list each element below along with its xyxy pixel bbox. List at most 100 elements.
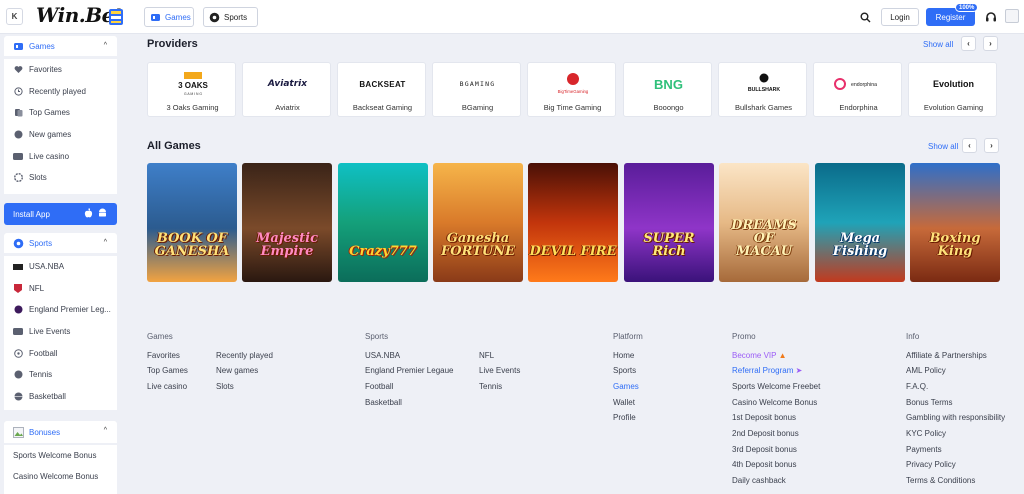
game-card-crazy-777[interactable]: Crazy777 <box>338 163 428 282</box>
footer-link[interactable]: 1st Deposit bonus <box>732 413 796 422</box>
footer-link[interactable]: Recently played <box>216 351 273 360</box>
footer-link[interactable]: Profile <box>613 413 636 422</box>
game-card-mega-fishing[interactable]: Mega Fishing <box>815 163 905 282</box>
collapse-sidebar-button[interactable]: K <box>6 8 23 25</box>
profile-avatar[interactable] <box>1005 9 1019 23</box>
sidebar-bonuses-header[interactable]: Bonuses ^ <box>4 421 117 443</box>
footer-link[interactable]: Bonus Terms <box>906 398 953 407</box>
footer-link[interactable]: England Premier Legaue <box>365 366 454 375</box>
provider-card-backseat[interactable]: BACKSEAT Backseat Gaming <box>337 62 426 117</box>
sidebar-item-favorites[interactable]: Favorites <box>4 59 117 81</box>
footer-link[interactable]: Sports <box>613 366 636 375</box>
tennis-ball-icon <box>13 370 23 380</box>
provider-card-3-oaks[interactable]: 3 OAKS G A M I N G 3 Oaks Gaming <box>147 62 236 117</box>
sidebar-item-slots[interactable]: Slots <box>4 167 117 189</box>
footer-link[interactable]: Live Events <box>479 366 520 375</box>
sidebar-item-england-premier[interactable]: England Premier Leg... <box>4 299 117 321</box>
chevron-up-icon: ^ <box>103 42 107 49</box>
provider-card-big-time-gaming[interactable]: BigTimeGaming Big Time Gaming <box>527 62 616 117</box>
footer-link[interactable]: Football <box>365 382 393 391</box>
footer-link[interactable]: Affiliate & Partnerships <box>906 351 987 360</box>
chevron-up-icon: ^ <box>103 427 107 434</box>
game-card-dreams-of-macau[interactable]: DREAMS OF MACAU <box>719 163 809 282</box>
footer-link[interactable]: Live casino <box>147 382 187 391</box>
game-card-devil-fire[interactable]: DEVIL FIRE <box>528 163 618 282</box>
all-games-show-all-link[interactable]: Show all <box>928 142 958 151</box>
soccer-ball-icon <box>13 238 24 249</box>
provider-name: 3 Oaks Gaming <box>166 103 219 112</box>
basketball-icon <box>13 391 23 401</box>
tab-games[interactable]: Games <box>144 7 194 27</box>
sidebar-item-sports-welcome-bonus[interactable]: Sports Welcome Bonus <box>4 445 117 466</box>
footer-link[interactable]: 4th Deposit bonus <box>732 460 797 469</box>
provider-logo: Aviatrix <box>267 79 308 89</box>
login-button[interactable]: Login <box>881 8 919 26</box>
footer-link-become-vip[interactable]: Become VIP ▲ <box>732 351 786 360</box>
provider-card-evolution[interactable]: Evolution Evolution Gaming <box>908 62 997 117</box>
sidebar-item-football[interactable]: Football <box>4 342 117 364</box>
footer-link[interactable]: Tennis <box>479 382 502 391</box>
provider-card-endorphina[interactable]: endorphina Endorphina <box>813 62 902 117</box>
install-app-button[interactable]: Install App <box>4 203 117 225</box>
provider-card-bullshark[interactable]: BULLSHARK Bullshark Games <box>718 62 807 117</box>
providers-show-all-link[interactable]: Show all <box>923 40 953 49</box>
sidebar-item-top-games[interactable]: Top Games <box>4 102 117 124</box>
provider-card-aviatrix[interactable]: Aviatrix Aviatrix <box>242 62 331 117</box>
game-card-book-of-ganesha[interactable]: BOOK OF GANESHA <box>147 163 237 282</box>
footer-link[interactable]: 3rd Deposit bonus <box>732 445 797 454</box>
footer-link-referral[interactable]: Referral Program ➤ <box>732 366 802 375</box>
footer-link[interactable]: Slots <box>216 382 234 391</box>
provider-card-booongo[interactable]: BNG Booongo <box>623 62 712 117</box>
footer-link[interactable]: Payments <box>906 445 942 454</box>
sidebar-item-basketball[interactable]: Basketball <box>4 386 117 408</box>
games-next-button[interactable]: › <box>984 138 999 153</box>
footer-link[interactable]: AML Policy <box>906 366 946 375</box>
game-card-super-rich[interactable]: SUPER Rich <box>624 163 714 282</box>
footer-link[interactable]: USA.NBA <box>365 351 400 360</box>
sidebar-games-header[interactable]: Games ^ <box>4 36 117 56</box>
game-card-ganesha-fortune[interactable]: Ganesha FORTUNE <box>433 163 523 282</box>
footer-link[interactable]: Home <box>613 351 634 360</box>
games-prev-button[interactable]: ‹ <box>962 138 977 153</box>
sidebar-item-casino-welcome-bonus[interactable]: Casino Welcome Bonus <box>4 466 117 487</box>
sidebar-item-live-events[interactable]: Live Events <box>4 321 117 343</box>
sidebar-sports-header[interactable]: Sports ^ <box>4 233 117 253</box>
footer-link[interactable]: 2nd Deposit bonus <box>732 429 799 438</box>
provider-card-bgaming[interactable]: BGAMING BGaming <box>432 62 521 117</box>
sidebar-item-recently-played[interactable]: Recently played <box>4 81 117 103</box>
tab-sports-label: Sports <box>224 12 248 22</box>
game-card-majestic-empire[interactable]: Majestic Empire <box>242 163 332 282</box>
footer-link[interactable]: Favorites <box>147 351 180 360</box>
footer-link[interactable]: KYC Policy <box>906 429 946 438</box>
referral-icon: ➤ <box>795 366 803 375</box>
sidebar-item-usa-nba[interactable]: USA.NBA <box>4 256 117 278</box>
tab-sports[interactable]: Sports <box>203 7 258 27</box>
footer-link[interactable]: Privacy Policy <box>906 460 956 469</box>
sidebar-item-nfl[interactable]: NFL <box>4 278 117 300</box>
footer-link[interactable]: Terms & Conditions <box>906 476 975 485</box>
footer-link[interactable]: Wallet <box>613 398 635 407</box>
game-card-boxing-king[interactable]: Boxing King <box>910 163 1000 282</box>
footer-link[interactable]: Casino Welcome Bonus <box>732 398 817 407</box>
footer-link[interactable]: Top Games <box>147 366 188 375</box>
all-games-title: All Games <box>147 140 201 152</box>
sidebar-item-tennis[interactable]: Tennis <box>4 364 117 386</box>
footer-link-active[interactable]: Games <box>613 382 639 391</box>
footer-link[interactable]: Gambling with responsibility <box>906 413 1005 422</box>
provider-logo: BNG <box>654 76 683 92</box>
footer-link[interactable]: F.A.Q. <box>906 382 928 391</box>
footer-link[interactable]: Sports Welcome Freebet <box>732 382 820 391</box>
footer-link[interactable]: Basketball <box>365 398 402 407</box>
footer-link[interactable]: New games <box>216 366 258 375</box>
sidebar-item-label: Top Games <box>29 108 70 118</box>
register-bonus-badge: 100% <box>955 3 979 12</box>
footer-link[interactable]: Daily cashback <box>732 476 786 485</box>
support-button[interactable] <box>982 8 1000 26</box>
providers-prev-button[interactable]: ‹ <box>961 36 976 51</box>
game-title: DREAMS OF MACAU <box>731 218 797 259</box>
sidebar-item-live-casino[interactable]: Live casino <box>4 145 117 167</box>
sidebar-item-new-games[interactable]: New games <box>4 124 117 146</box>
providers-next-button[interactable]: › <box>983 36 998 51</box>
search-button[interactable] <box>856 8 874 26</box>
footer-link[interactable]: NFL <box>479 351 494 360</box>
